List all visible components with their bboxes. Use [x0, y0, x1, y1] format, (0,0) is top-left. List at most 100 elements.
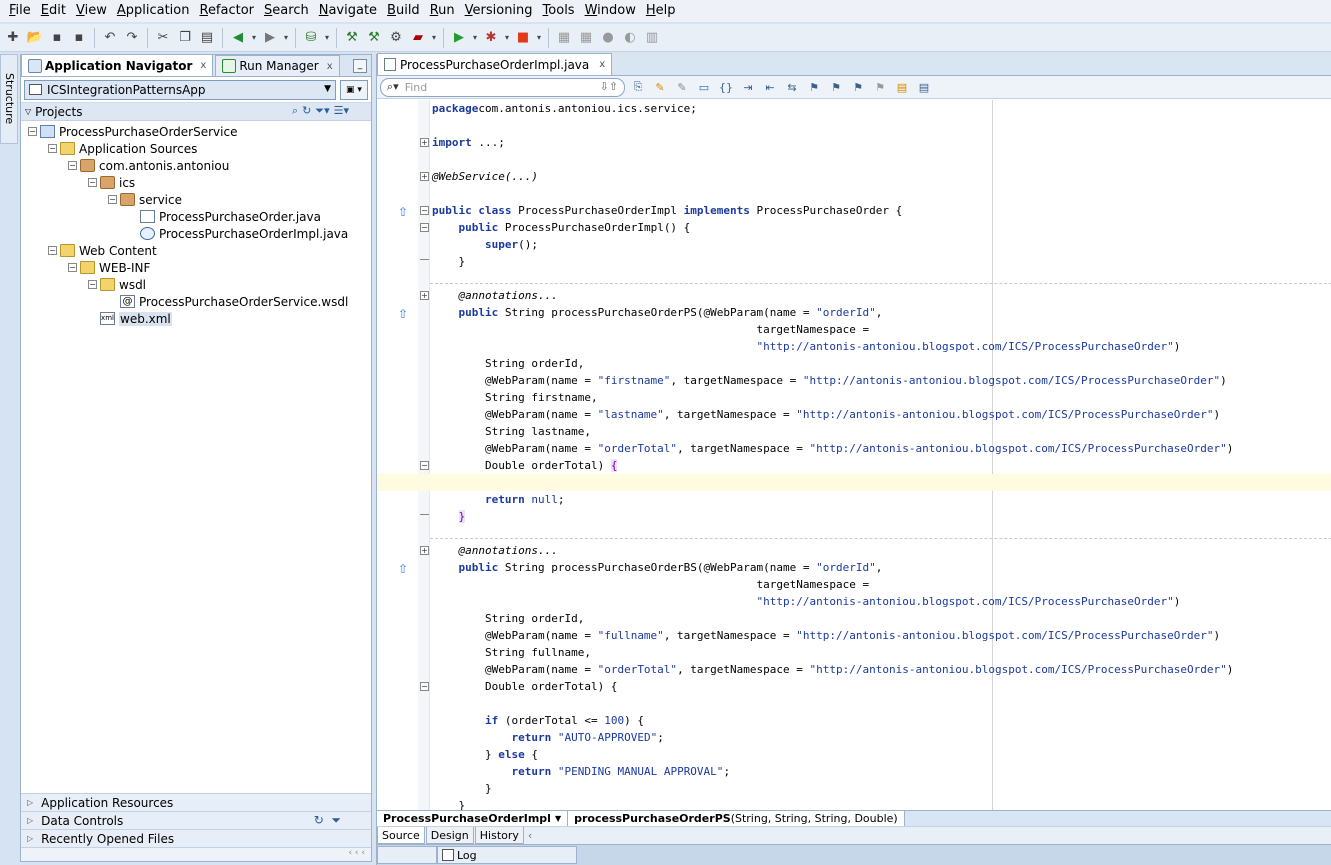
breadcrumb-class[interactable]: ProcessPurchaseOrderImpl ▼ [377, 811, 569, 826]
code-line[interactable]: + @annotations... [377, 287, 1331, 304]
menu-refactor[interactable]: Refactor [194, 0, 259, 22]
structure-side-tab[interactable]: Structure [0, 54, 18, 144]
tab-source[interactable]: Source [377, 827, 425, 844]
collapse-fold-icon[interactable]: − [420, 206, 429, 215]
tree-node[interactable]: @ ProcessPurchaseOrderService.wsdl [21, 293, 371, 310]
pending-changes-icon[interactable]: ▦ [576, 28, 596, 48]
code-line[interactable]: @WebParam(name = "firstname", targetName… [377, 372, 1331, 389]
code-line[interactable]: + @WebService(...) [377, 168, 1331, 185]
toggle-fold-icon[interactable]: ▭ [695, 78, 713, 96]
code-line[interactable]: return "AUTO-APPROVED"; [377, 729, 1331, 746]
collapse-fold-icon[interactable]: − [420, 682, 429, 691]
code-line[interactable]: ⇧ − public class ProcessPurchaseOrderImpl … [377, 202, 1331, 219]
copy-icon[interactable]: ❐ [175, 28, 195, 48]
code-line[interactable]: String orderId, [377, 610, 1331, 627]
cut-icon[interactable]: ✂ [153, 28, 173, 48]
breadcrumb-method[interactable]: processPurchaseOrderPS (String, String, … [568, 811, 905, 826]
collapse-toggle-icon[interactable]: − [88, 178, 97, 187]
close-icon[interactable]: x [599, 59, 605, 70]
run-dropdown-icon[interactable]: ▾ [471, 28, 479, 48]
find-usages-icon[interactable]: ⎘ [629, 78, 647, 96]
tab-design[interactable]: Design [425, 827, 474, 844]
tree-node[interactable]: − Web Content [21, 242, 371, 259]
code-area[interactable]: packagecom.antonis.antoniou.ics.service;… [377, 100, 1331, 810]
code-line[interactable]: − public ProcessPurchaseOrderImpl() { [377, 219, 1331, 236]
collapse-toggle-icon[interactable]: − [88, 280, 97, 289]
save-all-icon[interactable]: ▪ [69, 28, 89, 48]
code-line[interactable]: packagecom.antonis.antoniou.ics.service; [377, 100, 1331, 117]
back-icon[interactable]: ◀ [228, 28, 248, 48]
refresh-icon[interactable]: ↻ [314, 813, 324, 827]
code-line[interactable]: } [377, 780, 1331, 797]
collapse-fold-icon[interactable]: − [420, 461, 429, 470]
paste-icon[interactable]: ▤ [197, 28, 217, 48]
menu-versioning[interactable]: Versioning [460, 0, 538, 22]
data-controls-section[interactable]: ▷ Data Controls ↻ ⏷ [21, 811, 371, 829]
expand-fold-icon[interactable]: + [420, 291, 429, 300]
tree-node[interactable]: − wsdl [21, 276, 371, 293]
tree-node[interactable]: − ics [21, 174, 371, 191]
menu-help[interactable]: Help [641, 0, 681, 22]
menu-application[interactable]: Application [112, 0, 195, 22]
code-line[interactable]: } [377, 253, 1331, 270]
code-line[interactable]: return null; [377, 491, 1331, 508]
new-icon[interactable]: ✚ [3, 28, 23, 48]
collapse-toggle-icon[interactable]: − [48, 144, 57, 153]
log-tab[interactable]: Log [437, 846, 577, 864]
code-line[interactable]: targetNamespace = [377, 576, 1331, 593]
tab-history[interactable]: History [474, 827, 524, 844]
minimize-icon[interactable]: _ [353, 59, 367, 73]
open-icon[interactable]: 📂 [25, 28, 45, 48]
tree-node[interactable]: ProcessPurchaseOrder.java [21, 208, 371, 225]
code-line[interactable]: @WebParam(name = "lastname", targetNames… [377, 406, 1331, 423]
help-book-icon[interactable]: ▥ [642, 28, 662, 48]
expand-fold-icon[interactable]: + [420, 546, 429, 555]
code-line[interactable]: super(); [377, 236, 1331, 253]
indent-icon[interactable]: ⇥ [739, 78, 757, 96]
browser-icon[interactable]: ◐ [620, 28, 640, 48]
previous-bookmark-icon[interactable]: ⚑ [849, 78, 867, 96]
editor-tab-processpurchaseorderimpl[interactable]: ProcessPurchaseOrderImpl.java x [377, 53, 613, 75]
clear-bookmarks-icon[interactable]: ⚑ [871, 78, 889, 96]
code-line[interactable]: } [377, 797, 1331, 810]
code-line[interactable]: @WebParam(name = "fullname", targetNames… [377, 627, 1331, 644]
next-bookmark-icon[interactable]: ⚑ [827, 78, 845, 96]
tab-application-navigator[interactable]: Application Navigator x [21, 54, 214, 76]
filter-icon[interactable]: ⏷ [331, 813, 341, 827]
tree-node[interactable]: − Application Sources [21, 140, 371, 157]
find-navigation-icon[interactable]: ⇩⇧ [600, 80, 618, 93]
menu-run[interactable]: Run [425, 0, 460, 22]
collapse-toggle-icon[interactable]: − [68, 263, 77, 272]
navigator-display-options-icon[interactable]: ☰▾ [334, 104, 349, 118]
tab-run-manager[interactable]: Run Manager x [215, 55, 340, 76]
tree-node[interactable]: − com.antonis.antoniou [21, 157, 371, 174]
rebuild-icon[interactable]: ⚒ [364, 28, 384, 48]
sql-worksheet-icon[interactable]: ⛁ [301, 28, 321, 48]
compare-icon[interactable]: ▤ [915, 78, 933, 96]
make-icon[interactable]: ⚒ [342, 28, 362, 48]
menu-edit[interactable]: Edit [36, 0, 71, 22]
tree-node[interactable]: − ProcessPurchaseOrderService [21, 123, 371, 140]
code-line[interactable]: @WebParam(name = "orderTotal", targetNam… [377, 440, 1331, 457]
forward-icon[interactable]: ▶ [260, 28, 280, 48]
code-line[interactable]: String lastname, [377, 423, 1331, 440]
code-line[interactable]: + @annotations... [377, 542, 1331, 559]
redo-icon[interactable]: ↷ [122, 28, 142, 48]
menu-view[interactable]: View [71, 0, 112, 22]
code-line[interactable]: "http://antonis-antoniou.blogspot.com/IC… [377, 593, 1331, 610]
save-icon[interactable]: ▪ [47, 28, 67, 48]
code-line[interactable]: − Double orderTotal) { [377, 457, 1331, 474]
collapse-toggle-icon[interactable]: − [48, 246, 57, 255]
terminate-dropdown-icon[interactable]: ▾ [535, 28, 543, 48]
bookmark-icon[interactable]: ⚑ [805, 78, 823, 96]
collapse-toggle-icon[interactable]: − [68, 161, 77, 170]
code-line[interactable]: @WebParam(name = "orderTotal", targetNam… [377, 661, 1331, 678]
menu-build[interactable]: Build [382, 0, 425, 22]
close-icon[interactable]: x [200, 60, 206, 71]
recently-opened-files-section[interactable]: ▷ Recently Opened Files [21, 829, 371, 847]
expand-fold-icon[interactable]: + [420, 172, 429, 181]
application-resources-section[interactable]: ▷ Application Resources [21, 793, 371, 811]
code-line[interactable] [377, 474, 1331, 491]
tree-node[interactable]: − service [21, 191, 371, 208]
scroll-left-icon[interactable]: ‹ [528, 829, 532, 842]
